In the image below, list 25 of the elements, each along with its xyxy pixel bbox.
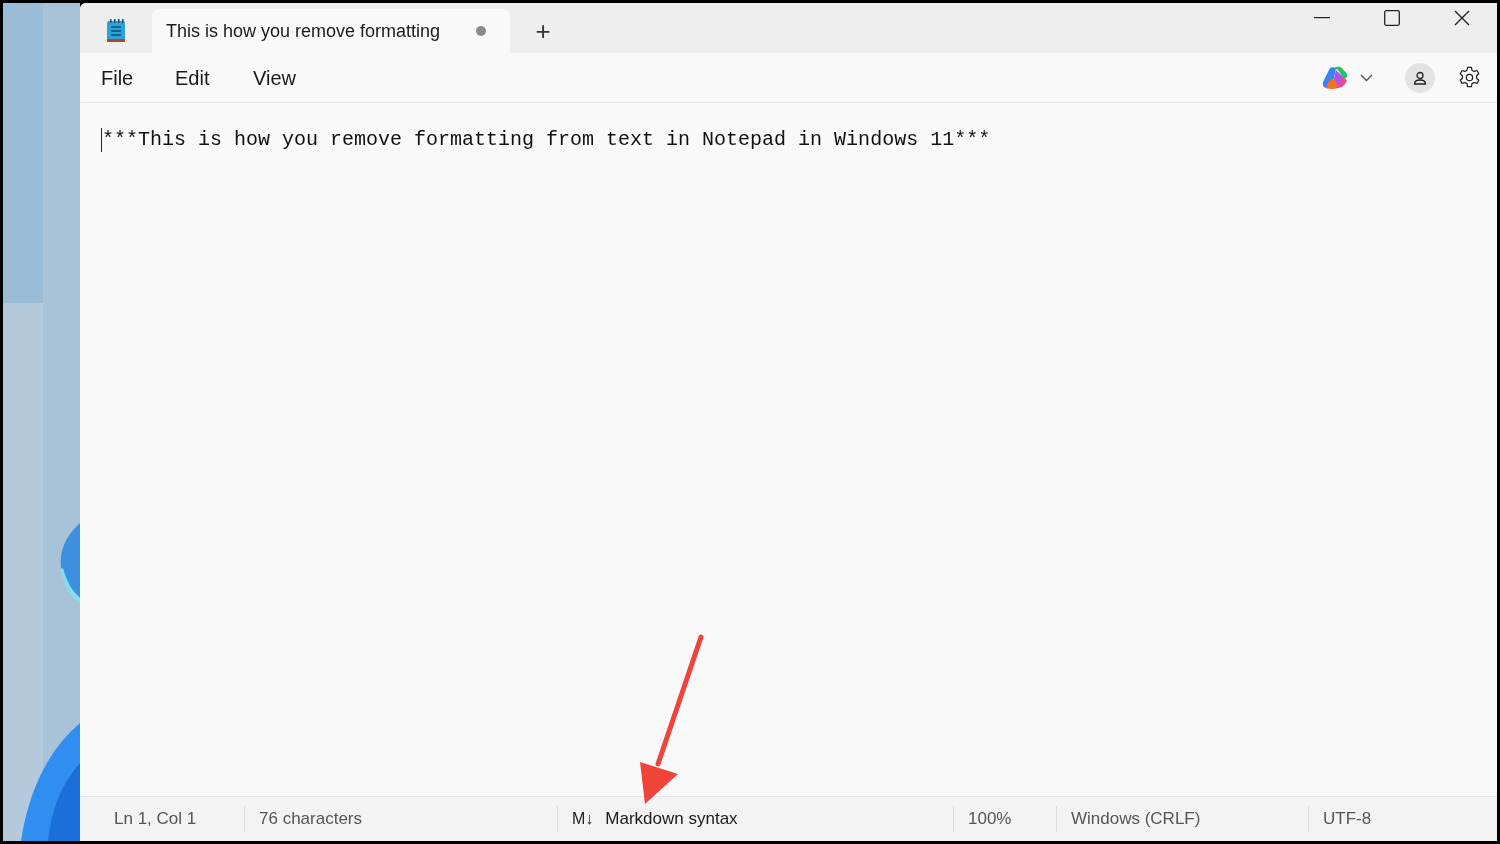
menu-item[interactable]: File	[90, 59, 164, 96]
status-item: 76 characters	[259, 808, 362, 831]
new-tab-button[interactable]: +	[510, 9, 576, 53]
account-button[interactable]	[1405, 62, 1435, 93]
status-item: UTF-8	[1323, 808, 1372, 831]
copilot-button[interactable]	[1322, 65, 1373, 90]
text-cursor	[101, 128, 102, 152]
editor-text[interactable]: ***This is how you remove formatting from text in Notepad in Windows 11***	[102, 127, 991, 153]
status-item[interactable]: Markdown syntax	[605, 806, 738, 832]
markdown-icon: M↓	[572, 807, 594, 831]
status-item: Windows (CRLF)	[1071, 808, 1201, 831]
status-item: 100%	[968, 808, 1012, 831]
maximize-icon	[1384, 10, 1400, 26]
chevron-down-icon	[1360, 73, 1373, 82]
person-icon	[1413, 70, 1427, 85]
copilot-icon	[1322, 65, 1348, 90]
settings-icon	[1457, 66, 1481, 89]
settings-button[interactable]	[1457, 65, 1481, 90]
status-item: Ln 1, Col 1	[114, 808, 197, 831]
menu-item[interactable]: Edit	[164, 59, 242, 96]
notepad-icon	[105, 18, 127, 44]
minimize-icon	[1314, 17, 1330, 19]
close-icon	[1454, 10, 1470, 26]
menu-item[interactable]: View	[242, 59, 322, 96]
document-tab[interactable]: This is how you remove formatting	[152, 9, 510, 53]
